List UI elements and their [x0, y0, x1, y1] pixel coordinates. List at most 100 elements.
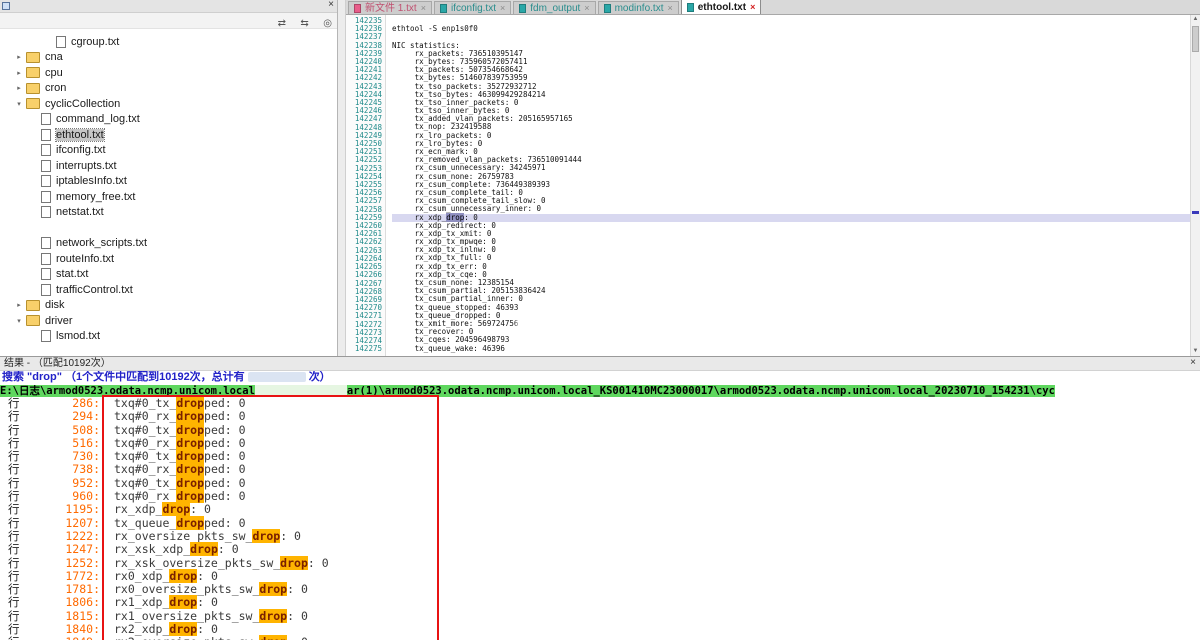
folder-icon — [26, 83, 40, 94]
match-highlight: drop — [176, 409, 204, 423]
tree-item-iptablesInfo.txt[interactable]: iptablesInfo.txt — [0, 174, 337, 190]
result-line-text: rx1_oversize_pkts_sw_drop: 0 — [114, 610, 308, 623]
tree-item-memory_free.txt[interactable]: memory_free.txt — [0, 189, 337, 205]
tree-item-label: trafficControl.txt — [56, 284, 133, 296]
chevron-right-icon[interactable]: ▸ — [12, 69, 26, 77]
result-line-text: txq#0_rx_dropped: 0 — [114, 410, 246, 423]
tree-folder-cyclicCollection[interactable]: ▾cyclicCollection — [0, 96, 337, 112]
tree-item-routeInfo.txt[interactable]: routeInfo.txt — [0, 251, 337, 267]
tree-item-cgroup.txt[interactable]: cgroup.txt — [0, 34, 337, 50]
code-line: tx_tso_inner_packets: 0 — [392, 99, 1190, 107]
tree-item-ifconfig.txt[interactable]: ifconfig.txt — [0, 143, 337, 159]
tree-item-network_scripts.txt[interactable]: network_scripts.txt — [0, 236, 337, 252]
tree-folder-cron[interactable]: ▸ cron — [0, 81, 337, 97]
result-row[interactable]: 行294:txq#0_rx_dropped: 0 — [0, 410, 1200, 423]
folder-icon — [26, 67, 40, 78]
result-row[interactable]: 行1772:rx0_xdp_drop: 0 — [0, 570, 1200, 583]
tree-folder-cpu[interactable]: ▸ cpu — [0, 65, 337, 81]
tab-modinfo.txt[interactable]: modinfo.txt× — [598, 1, 679, 14]
result-row[interactable]: 行1222:rx_oversize_pkts_sw_drop: 0 — [0, 530, 1200, 543]
code-line: tx_queue_wake: 46396 — [392, 345, 1190, 353]
match-highlight: drop — [176, 462, 204, 476]
tree-item-netstat.txt[interactable]: netstat.txt — [0, 205, 337, 221]
chevron-right-icon[interactable]: ▸ — [12, 301, 26, 309]
tree-folder-disk[interactable]: ▸disk — [0, 298, 337, 314]
result-row[interactable]: 行1840:rx2_xdp_drop: 0 — [0, 623, 1200, 636]
chevron-right-icon[interactable]: ▸ — [12, 84, 26, 92]
scrollbar-thumb[interactable] — [1192, 26, 1199, 52]
path-segment: E:\日志\armod0523.odata.ncmp.unicom.local — [0, 385, 255, 397]
scroll-up-icon[interactable]: ▲ — [1191, 15, 1200, 24]
result-row[interactable]: 行516:txq#0_rx_dropped: 0 — [0, 437, 1200, 450]
file-icon — [354, 4, 361, 13]
result-line-number: 1247: — [38, 543, 100, 556]
match-highlight: drop — [176, 423, 204, 437]
tree-item-command_log.txt[interactable]: command_log.txt — [0, 112, 337, 128]
results-header: 结果 - （匹配10192次） × — [0, 357, 1200, 371]
chevron-down-icon[interactable]: ▾ — [12, 317, 26, 325]
result-row[interactable]: 行738:txq#0_rx_dropped: 0 — [0, 463, 1200, 476]
result-row-prefix: 行 — [0, 490, 38, 503]
code-line: rx_xdp_tx_err: 0 — [392, 263, 1190, 271]
editor-scrollbar[interactable]: ▲ ▼ — [1190, 15, 1200, 356]
tab-fdm_output[interactable]: fdm_output × — [513, 1, 595, 14]
chevron-right-icon[interactable]: ▸ — [12, 53, 26, 61]
scroll-down-icon[interactable]: ▼ — [1191, 347, 1200, 356]
workspace-close-icon[interactable]: × — [328, 0, 334, 11]
tab-bar: 新文件 1.txt×ifconfig.txt×fdm_output×modinf… — [346, 0, 1200, 15]
result-row[interactable]: 行286:txq#0_tx_dropped: 0 — [0, 397, 1200, 410]
match-highlight: drop — [169, 595, 197, 609]
tree-item-stat.txt[interactable]: stat.txt — [0, 267, 337, 283]
result-row[interactable]: 行1781:rx0_oversize_pkts_sw_drop: 0 — [0, 583, 1200, 596]
tab-label: fdm_output — [530, 2, 580, 15]
result-row[interactable]: 行952:txq#0_tx_dropped: 0 — [0, 477, 1200, 490]
chevron-down-icon[interactable]: ▾ — [12, 100, 26, 108]
file-icon — [604, 4, 611, 13]
result-row-prefix: 行 — [0, 410, 38, 423]
tab-close-icon[interactable]: × — [421, 2, 426, 15]
editor[interactable]: 1422351422361422371422381422391422401422… — [346, 15, 1190, 356]
tree-item-trafficControl.txt[interactable]: trafficControl.txt — [0, 282, 337, 298]
line-number: 142275 — [346, 345, 382, 353]
result-row[interactable]: 行730:txq#0_tx_dropped: 0 — [0, 450, 1200, 463]
tree-folder-driver[interactable]: ▾driver — [0, 313, 337, 329]
file-icon — [440, 4, 447, 13]
tree-item-interrupts.txt[interactable]: interrupts.txt — [0, 158, 337, 174]
result-row[interactable]: 行1849:rx2_oversize_pkts_sw_drop: 0 — [0, 636, 1200, 640]
result-row[interactable]: 行1207:tx_queue_dropped: 0 — [0, 517, 1200, 530]
tab-close-icon[interactable]: × — [500, 2, 505, 15]
result-row[interactable]: 行1806:rx1_xdp_drop: 0 — [0, 596, 1200, 609]
result-row[interactable]: 行508:txq#0_tx_dropped: 0 — [0, 424, 1200, 437]
tab-ifconfig.txt[interactable]: ifconfig.txt× — [434, 1, 511, 14]
result-row[interactable]: 行1247:rx_xsk_xdp_drop: 0 — [0, 543, 1200, 556]
tree-folder-cna[interactable]: ▸cna — [0, 50, 337, 66]
tab-close-icon[interactable]: × — [584, 2, 589, 15]
tree-item-label: cron — [45, 82, 66, 94]
result-row[interactable]: 行1252:rx_xsk_oversize_pkts_sw_drop: 0 — [0, 557, 1200, 570]
tree-item-redacted — [0, 220, 337, 236]
panel-splitter[interactable] — [338, 0, 346, 356]
result-line-text: tx_queue_dropped: 0 — [114, 517, 246, 530]
result-row[interactable]: 行1195:rx_xdp_drop: 0 — [0, 503, 1200, 516]
app-window: × ⇄ ⇆ ◎ cgroup.txt▸cna▸cpu▸cron▾cyclicCo… — [0, 0, 1200, 640]
result-row[interactable]: 行1815:rx1_oversize_pkts_sw_drop: 0 — [0, 610, 1200, 623]
result-file-path[interactable]: E:\日志\armod0523.odata.ncmp.unicom.locala… — [0, 384, 1200, 398]
tree-item-label: cpu — [45, 67, 63, 79]
tree-item-lsmod.txt[interactable]: lsmod.txt — [0, 329, 337, 345]
result-row-prefix: 行 — [0, 424, 38, 437]
result-row[interactable]: 行960:txq#0_rx_dropped: 0 — [0, 490, 1200, 503]
result-line-text: txq#0_tx_dropped: 0 — [114, 450, 246, 463]
match-highlight: drop — [176, 397, 204, 410]
code-area[interactable]: ethtool -S enp1s0f0 NIC statistics: rx_p… — [386, 15, 1190, 356]
tab-新文件 1.txt[interactable]: 新文件 1.txt× — [348, 1, 432, 14]
match-highlight: drop — [190, 542, 218, 556]
tab-close-icon[interactable]: × — [667, 2, 672, 15]
tab-close-icon[interactable]: × — [750, 1, 755, 14]
result-line-number: 1772: — [38, 570, 100, 583]
tree-item-label: cgroup.txt — [71, 36, 119, 48]
tree-item-ethtool.txt[interactable]: ethtool.txt — [0, 127, 337, 143]
tree-item-label: ethtool.txt — [56, 129, 104, 141]
tab-ethtool.txt[interactable]: ethtool.txt× — [681, 0, 762, 14]
results-close-icon[interactable]: × — [1190, 356, 1196, 369]
workspace-header: × — [0, 0, 337, 13]
